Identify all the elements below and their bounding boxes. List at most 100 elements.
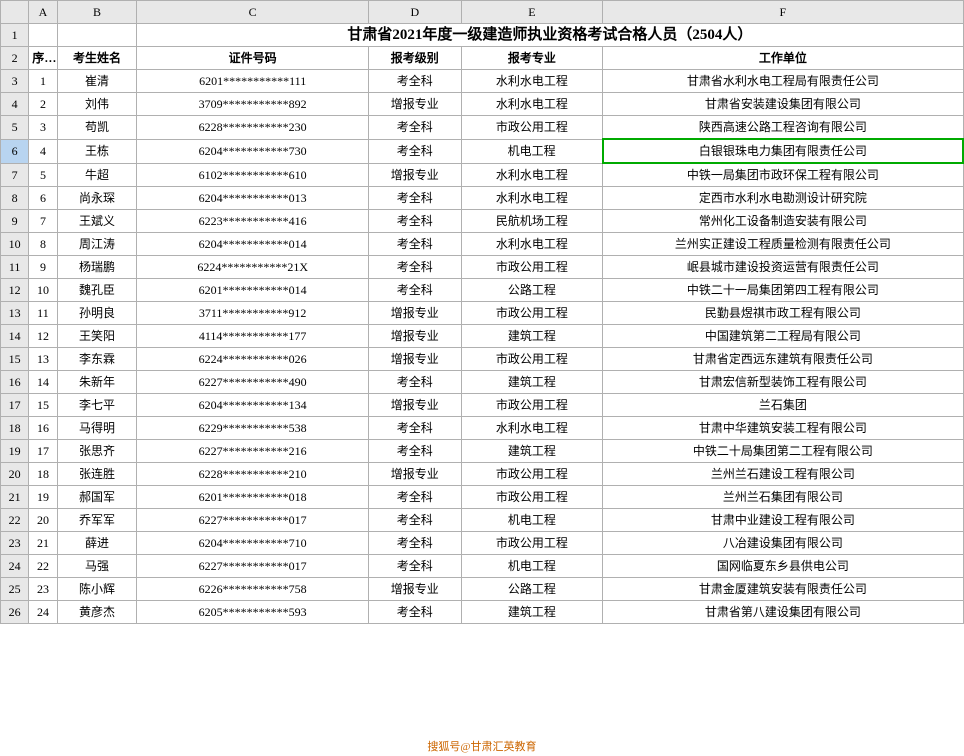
table-row[interactable]: 1311孙明良3711***********912增报专业市政公用工程民勤县煜祺… [1, 302, 964, 325]
cell-id: 6223***********416 [137, 210, 369, 233]
cell-major: 市政公用工程 [461, 348, 603, 371]
row-number: 25 [1, 578, 29, 601]
cell-id: 6204***********013 [137, 187, 369, 210]
cell-name: 杨瑞鹏 [57, 256, 137, 279]
row-number: 24 [1, 555, 29, 578]
cell-id: 6201***********111 [137, 70, 369, 93]
cell-id: 6204***********730 [137, 139, 369, 163]
spreadsheet: A B C D E F 1 甘肃省2021年度一级建造师执业资格考试合格人员（2… [0, 0, 964, 756]
cell-major: 水利水电工程 [461, 417, 603, 440]
cell-level: 考全科 [368, 486, 461, 509]
table-row[interactable]: 97王斌义6223***********416考全科民航机场工程常州化工设备制造… [1, 210, 964, 233]
title-row: 1 甘肃省2021年度一级建造师执业资格考试合格人员（2504人） [1, 24, 964, 47]
rownum-1: 1 [1, 24, 29, 47]
row-number: 26 [1, 601, 29, 624]
table-row[interactable]: 2422马强6227***********017考全科机电工程国网临夏东乡县供电… [1, 555, 964, 578]
cell-id: 6228***********210 [137, 463, 369, 486]
table-row[interactable]: 2018张连胜6228***********210增报专业市政公用工程兰州兰石建… [1, 463, 964, 486]
table-row[interactable]: 64王栋6204***********730考全科机电工程白银银珠电力集团有限责… [1, 139, 964, 163]
table-row[interactable]: 1614朱新年6227***********490考全科建筑工程甘肃宏信新型装饰… [1, 371, 964, 394]
cell-name: 黄彦杰 [57, 601, 137, 624]
col-C-header[interactable]: C [137, 1, 369, 24]
cell-seq: 4 [29, 139, 57, 163]
cell-seq: 16 [29, 417, 57, 440]
col-A-header[interactable]: A [29, 1, 57, 24]
cell-major: 建筑工程 [461, 325, 603, 348]
cell-company: 岷县城市建设投资运营有限责任公司 [603, 256, 963, 279]
table-row[interactable]: 42刘伟3709***********892增报专业水利水电工程甘肃省安装建设集… [1, 93, 964, 116]
table-row[interactable]: 2321薛进6204***********710考全科市政公用工程八冶建设集团有… [1, 532, 964, 555]
col-E-header[interactable]: E [461, 1, 603, 24]
table-row[interactable]: 75牛超6102***********610增报专业水利水电工程中铁一局集团市政… [1, 163, 964, 187]
cell-level: 考全科 [368, 70, 461, 93]
cell-name: 陈小辉 [57, 578, 137, 601]
cell-seq: 14 [29, 371, 57, 394]
table-row[interactable]: 2220乔军军6227***********017考全科机电工程甘肃中业建设工程… [1, 509, 964, 532]
row-number: 17 [1, 394, 29, 417]
cell-major: 建筑工程 [461, 371, 603, 394]
table-row[interactable]: 1715李七平6204***********134增报专业市政公用工程兰石集团 [1, 394, 964, 417]
table-row[interactable]: 86尚永琛6204***********013考全科水利水电工程定西市水利水电勘… [1, 187, 964, 210]
cell-company: 陕西高速公路工程咨询有限公司 [603, 116, 963, 140]
table-row[interactable]: 2523陈小辉6226***********758增报专业公路工程甘肃金厦建筑安… [1, 578, 964, 601]
table-row[interactable]: 31崔清6201***********111考全科水利水电工程甘肃省水利水电工程… [1, 70, 964, 93]
cell-name: 张连胜 [57, 463, 137, 486]
col-B-header[interactable]: B [57, 1, 137, 24]
header-level: 报考级别 [368, 47, 461, 70]
cell-name: 马得明 [57, 417, 137, 440]
cell-seq: 17 [29, 440, 57, 463]
cell-major: 水利水电工程 [461, 70, 603, 93]
table-row[interactable]: 1412王笑阳4114***********177增报专业建筑工程中国建筑第二工… [1, 325, 964, 348]
cell-id: 6228***********230 [137, 116, 369, 140]
cell-level: 增报专业 [368, 93, 461, 116]
header-seq: 序号 [29, 47, 57, 70]
table-row[interactable]: 1513李东霖6224***********026增报专业市政公用工程甘肃省定西… [1, 348, 964, 371]
cell-id: 6224***********21X [137, 256, 369, 279]
cell-company: 甘肃省水利水电工程局有限责任公司 [603, 70, 963, 93]
cell-company: 中铁一局集团市政环保工程有限公司 [603, 163, 963, 187]
cell-name: 王笑阳 [57, 325, 137, 348]
table-row[interactable]: 53苟凯6228***********230考全科市政公用工程陕西高速公路工程咨… [1, 116, 964, 140]
cell-seq: 18 [29, 463, 57, 486]
cell-level: 考全科 [368, 279, 461, 302]
table-row[interactable]: 1917张思齐6227***********216考全科建筑工程中铁二十局集团第… [1, 440, 964, 463]
cell-seq: 9 [29, 256, 57, 279]
cell-level: 考全科 [368, 256, 461, 279]
row-number: 8 [1, 187, 29, 210]
cell-name: 乔军军 [57, 509, 137, 532]
row-number: 19 [1, 440, 29, 463]
row-number: 7 [1, 163, 29, 187]
cell-level: 增报专业 [368, 325, 461, 348]
cell-seq: 8 [29, 233, 57, 256]
cell-company: 甘肃宏信新型装饰工程有限公司 [603, 371, 963, 394]
col-D-header[interactable]: D [368, 1, 461, 24]
cell-level: 增报专业 [368, 578, 461, 601]
row-number: 10 [1, 233, 29, 256]
cell-name: 魏孔臣 [57, 279, 137, 302]
table-row[interactable]: 1210魏孔臣6201***********014考全科公路工程中铁二十一局集团… [1, 279, 964, 302]
table-row[interactable]: 108周江涛6204***********014考全科水利水电工程兰州实正建设工… [1, 233, 964, 256]
cell-id: 3711***********912 [137, 302, 369, 325]
cell-name: 李七平 [57, 394, 137, 417]
cell-name: 李东霖 [57, 348, 137, 371]
cell-company: 八冶建设集团有限公司 [603, 532, 963, 555]
cell-id: 6201***********014 [137, 279, 369, 302]
row-number: 13 [1, 302, 29, 325]
table-row[interactable]: 119杨瑞鹏6224***********21X考全科市政公用工程岷县城市建设投… [1, 256, 964, 279]
cell-id: 6224***********026 [137, 348, 369, 371]
table-row[interactable]: 1816马得明6229***********538考全科水利水电工程甘肃中华建筑… [1, 417, 964, 440]
cell-name: 崔清 [57, 70, 137, 93]
table-row[interactable]: 2119郝国军6201***********018考全科市政公用工程兰州兰石集团… [1, 486, 964, 509]
cell-id: 6229***********538 [137, 417, 369, 440]
cell-level: 增报专业 [368, 394, 461, 417]
cell-seq: 23 [29, 578, 57, 601]
cell-major: 水利水电工程 [461, 93, 603, 116]
cell-company: 白银银珠电力集团有限责任公司 [603, 139, 963, 163]
cell-level: 考全科 [368, 116, 461, 140]
col-header-row: A B C D E F [1, 1, 964, 24]
col-F-header[interactable]: F [603, 1, 963, 24]
cell-company: 兰石集团 [603, 394, 963, 417]
cell-major: 机电工程 [461, 509, 603, 532]
cell-major: 水利水电工程 [461, 187, 603, 210]
table-row[interactable]: 2624黄彦杰6205***********593考全科建筑工程甘肃省第八建设集… [1, 601, 964, 624]
